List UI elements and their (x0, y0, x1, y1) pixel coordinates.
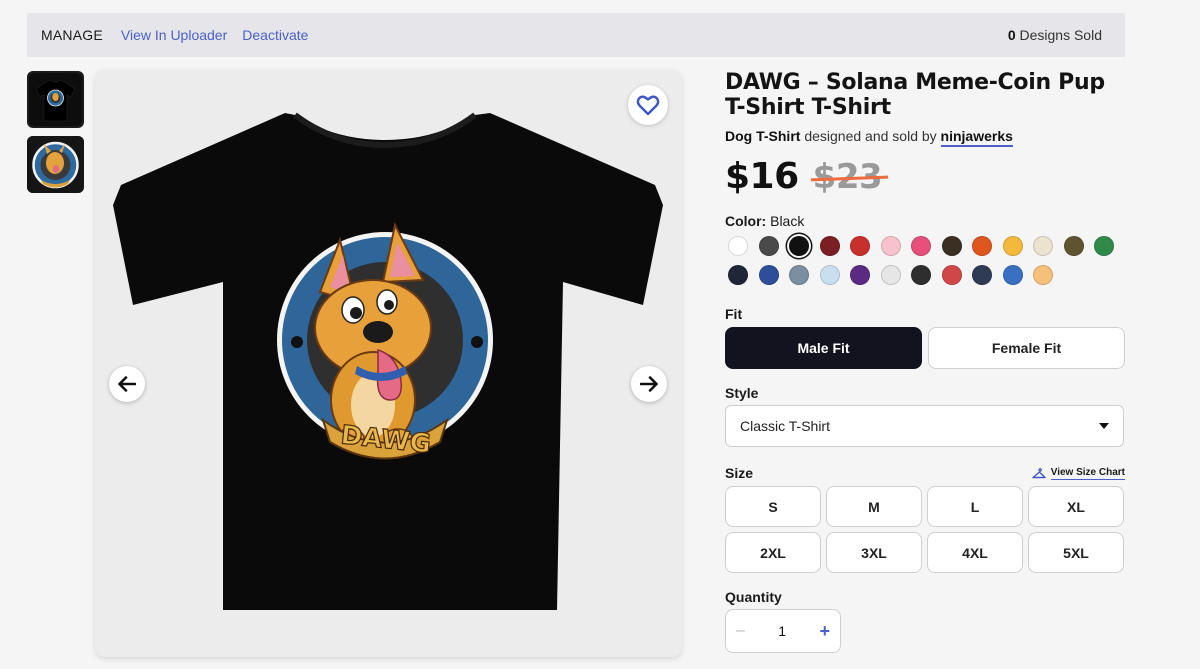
arrow-left-icon (118, 376, 136, 392)
fit-label: Fit (725, 306, 743, 322)
favorite-button[interactable] (628, 85, 668, 125)
previous-image-button[interactable] (109, 366, 145, 402)
size-button-4xl[interactable]: 4XL (927, 532, 1023, 573)
artist-link[interactable]: ninjawerks (940, 128, 1013, 147)
color-swatch[interactable] (1094, 236, 1114, 256)
product-byline: Dog T-Shirt designed and sold by ninjawe… (725, 128, 1125, 147)
designs-sold-label: Designs Sold (1019, 27, 1103, 43)
style-select[interactable]: Classic T-Shirt (725, 405, 1124, 447)
arrow-right-icon (640, 376, 658, 392)
color-label: Color: (725, 213, 767, 229)
size-button-l[interactable]: L (927, 486, 1023, 527)
size-button-3xl[interactable]: 3XL (826, 532, 922, 573)
female-fit-button[interactable]: Female Fit (928, 327, 1125, 369)
color-label-row: Color: Black (725, 213, 1125, 229)
color-swatch[interactable] (819, 265, 840, 285)
product-options-panel: DAWG – Solana Meme-Coin Pup T-Shirt T-Sh… (725, 70, 1125, 653)
style-label: Style (725, 385, 759, 401)
color-swatch[interactable] (1033, 265, 1053, 285)
size-button-xl[interactable]: XL (1028, 486, 1124, 527)
designed-by-text: designed and sold by (804, 128, 937, 144)
color-swatch[interactable] (972, 265, 992, 285)
view-size-chart-link[interactable]: View Size Chart (1032, 467, 1125, 480)
quantity-value[interactable]: 1 (778, 623, 786, 639)
designs-sold: 0 Designs Sold (1008, 27, 1102, 43)
shirt-thumbnail-image (29, 73, 82, 126)
tshirt-image: DAWG (113, 112, 663, 610)
size-options: S M L XL 2XL 3XL 4XL 5XL (725, 486, 1125, 573)
male-fit-button[interactable]: Male Fit (725, 327, 922, 369)
color-swatch[interactable] (789, 236, 809, 256)
quantity-decrease-button[interactable]: – (736, 622, 745, 640)
color-swatch[interactable] (1002, 236, 1023, 256)
color-swatch[interactable] (728, 236, 748, 256)
color-swatch[interactable] (941, 236, 962, 256)
size-button-s[interactable]: S (725, 486, 821, 527)
current-price: $16 (725, 156, 799, 197)
hanger-icon (1032, 468, 1046, 479)
manage-label: MANAGE (41, 27, 103, 43)
product-image-card: DAWG (95, 70, 682, 657)
size-button-5xl[interactable]: 5XL (1028, 532, 1124, 573)
color-swatch[interactable] (1063, 236, 1084, 256)
quantity-label: Quantity (725, 589, 782, 605)
thumbnail-shirt[interactable] (27, 71, 84, 128)
original-price: $23 (812, 156, 883, 197)
price-row: $16 $23 (725, 156, 1125, 197)
color-swatch[interactable] (1002, 265, 1023, 285)
style-selected-value: Classic T-Shirt (740, 418, 830, 434)
color-swatch[interactable] (758, 265, 779, 285)
size-button-m[interactable]: M (826, 486, 922, 527)
design-thumbnail-image (27, 136, 84, 193)
color-swatch[interactable] (819, 236, 840, 256)
manage-bar: MANAGE View In Uploader Deactivate 0 Des… (27, 13, 1125, 57)
quantity-increase-button[interactable]: + (819, 621, 830, 642)
color-swatch[interactable] (850, 236, 870, 256)
color-swatch[interactable] (1033, 236, 1053, 256)
caret-down-icon (1099, 423, 1109, 429)
color-swatch[interactable] (911, 265, 931, 285)
size-label: Size (725, 465, 754, 481)
color-swatches (725, 236, 1125, 294)
next-image-button[interactable] (631, 366, 667, 402)
heart-icon (636, 95, 660, 116)
product-title: DAWG – Solana Meme-Coin Pup T-Shirt T-Sh… (725, 70, 1105, 120)
designs-sold-count: 0 (1007, 27, 1016, 43)
fit-options: Male Fit Female Fit (725, 327, 1125, 369)
color-swatch[interactable] (880, 236, 901, 256)
color-swatch[interactable] (789, 265, 809, 285)
view-size-chart-label: View Size Chart (1050, 466, 1125, 480)
product-type[interactable]: Dog T-Shirt (725, 128, 800, 144)
quantity-stepper: – 1 + (725, 609, 841, 653)
view-in-uploader-link[interactable]: View In Uploader (121, 27, 227, 43)
color-swatch[interactable] (911, 236, 931, 256)
size-button-2xl[interactable]: 2XL (725, 532, 821, 573)
color-swatch[interactable] (941, 265, 962, 285)
size-header: Size View Size Chart (725, 465, 1125, 481)
selected-color: Black (770, 213, 805, 229)
color-swatch[interactable] (880, 265, 901, 285)
color-swatch[interactable] (850, 265, 870, 285)
color-swatch[interactable] (728, 265, 748, 285)
deactivate-link[interactable]: Deactivate (242, 27, 308, 43)
color-swatch[interactable] (758, 236, 779, 256)
thumbnail-design[interactable] (27, 136, 84, 193)
color-swatch[interactable] (972, 236, 992, 256)
